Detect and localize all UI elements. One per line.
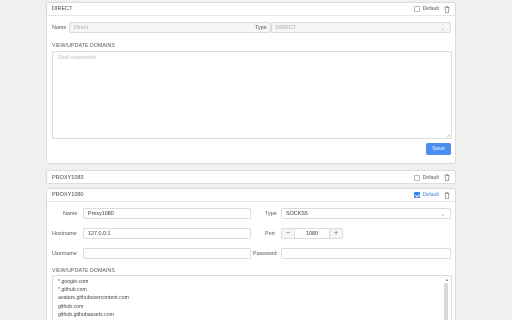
- type-label: Type: [265, 211, 277, 217]
- name-label: Name: [63, 211, 78, 217]
- type-select[interactable]: SOCKS5 ⌄: [281, 208, 451, 219]
- hostname-input[interactable]: 127.0.0.1: [83, 228, 251, 239]
- default-label: Default: [422, 174, 439, 181]
- name-input[interactable]: Proxy1080: [83, 208, 251, 219]
- profile-header-proxy1080[interactable]: PROXY1080 Default: [47, 189, 455, 202]
- domain-entry: avatars.githubusercontent.com: [58, 295, 129, 302]
- trash-icon[interactable]: [444, 191, 450, 199]
- profile-title: PROXY1083: [52, 174, 84, 181]
- default-label: Default: [422, 192, 439, 198]
- port-value[interactable]: 1080: [294, 229, 330, 238]
- domains-textarea[interactable]: Shell expression: [52, 51, 452, 139]
- resize-handle-icon[interactable]: [446, 133, 450, 137]
- default-checkbox[interactable]: [413, 192, 420, 198]
- scrollbar-thumb[interactable]: [444, 283, 448, 320]
- profile-title: PROXY1080: [52, 192, 84, 198]
- profile-card-proxy1080: PROXY1080 Default Name Proxy1080 Type SO…: [46, 188, 456, 320]
- trash-icon[interactable]: [444, 5, 450, 13]
- chevron-down-icon: ⌄: [440, 26, 445, 32]
- chevron-down-icon: ⌄: [440, 212, 445, 218]
- profile-header-proxy1083[interactable]: PROXY1083 Default: [47, 171, 455, 184]
- domains-label: VIEW/UPDATE DOMAINS: [52, 268, 115, 274]
- type-label: Type: [255, 25, 267, 31]
- profile-header-direct[interactable]: DIRECT Default: [47, 3, 455, 16]
- password-input[interactable]: [281, 248, 451, 259]
- trash-icon[interactable]: [444, 174, 450, 181]
- profile-title: DIRECT: [52, 6, 73, 12]
- default-checkbox[interactable]: [413, 6, 420, 12]
- port-stepper[interactable]: − 1080 +: [281, 228, 343, 239]
- username-input[interactable]: [83, 248, 251, 259]
- scroll-up-arrow[interactable]: ▲: [445, 277, 449, 282]
- default-checkbox[interactable]: [413, 174, 420, 181]
- profile-card-proxy1083: PROXY1083 Default: [46, 170, 456, 184]
- hostname-label: Hostname: [52, 231, 77, 237]
- domain-entry: *.google.com: [58, 279, 89, 285]
- profile-card-direct: DIRECT Default Name Direct Type DIRECT ⌄ …: [46, 2, 456, 164]
- name-label: Name: [52, 25, 67, 31]
- name-input[interactable]: Direct: [69, 22, 271, 33]
- port-decrement-button[interactable]: −: [282, 229, 294, 238]
- domains-label: VIEW/UPDATE DOMAINS: [52, 43, 115, 49]
- port-label: Port: [265, 231, 275, 237]
- domains-textarea[interactable]: *.google.com *.github.com avatars.github…: [52, 275, 452, 320]
- port-increment-button[interactable]: +: [330, 229, 342, 238]
- save-button[interactable]: Save: [426, 143, 451, 155]
- default-label: Default: [422, 6, 439, 12]
- domain-entry: github.com: [58, 303, 84, 310]
- username-label: Username: [52, 251, 77, 257]
- domain-entry: github.githubassets.com: [58, 311, 114, 318]
- type-select[interactable]: DIRECT ⌄: [271, 22, 451, 33]
- domain-entry: *.github.com: [58, 287, 87, 294]
- password-label: Password: [253, 251, 277, 257]
